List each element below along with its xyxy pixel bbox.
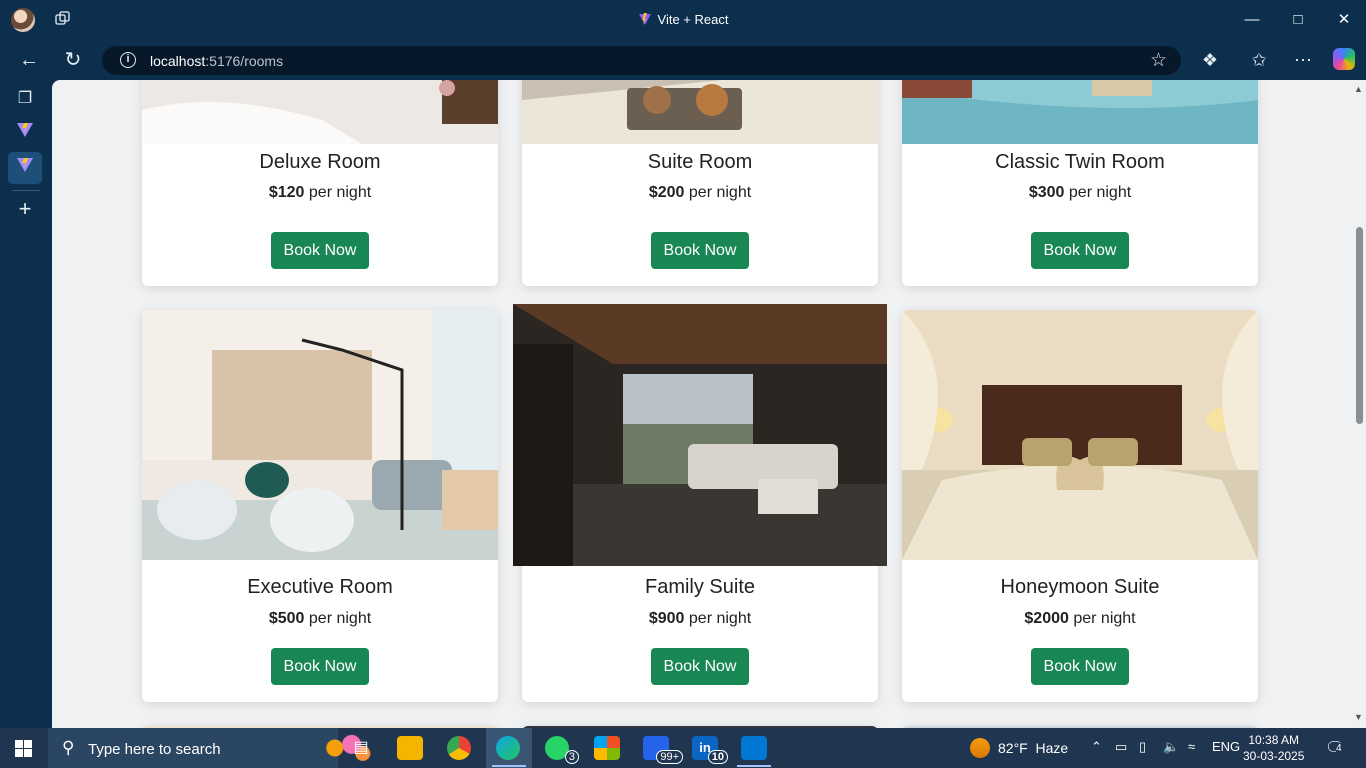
book-now-button[interactable]: Book Now <box>651 648 749 685</box>
edge-active-indicator <box>492 765 526 767</box>
chrome-icon[interactable] <box>447 736 471 760</box>
room-title: Classic Twin Room <box>995 151 1165 173</box>
weather-temperature: 82°F <box>998 740 1028 756</box>
room-title: Suite Room <box>647 151 753 173</box>
room-price: $500 per night <box>268 610 372 627</box>
vite-tab-icon <box>17 123 33 137</box>
vite-tab-icon <box>17 158 33 172</box>
meet-now-icon[interactable]: ▭ <box>1115 739 1127 755</box>
window-title-text: Vite + React <box>657 12 729 27</box>
room-image-executive <box>142 310 498 560</box>
search-placeholder: Type here to search <box>88 741 221 758</box>
maximize-button[interactable]: □ <box>1288 10 1308 30</box>
vertical-tab-strip: ❐ + <box>0 80 52 728</box>
room-card: Deluxe Room $120 per night Book Now <box>142 80 498 286</box>
close-window-button[interactable]: ✕ <box>1334 10 1354 30</box>
tab-vite-2[interactable] <box>14 157 36 179</box>
room-price: $2000 per night <box>1024 610 1136 627</box>
favorite-star-icon[interactable]: ☆ <box>1150 49 1167 72</box>
vscode-icon[interactable] <box>741 736 767 760</box>
room-card: Honeymoon Suite $2000 per night Book Now <box>902 310 1258 702</box>
windows-start-button[interactable] <box>15 740 32 757</box>
scroll-down-arrow-icon[interactable]: ▼ <box>1354 712 1363 722</box>
clock-time: 10:38 AM <box>1248 733 1300 747</box>
favorites-icon[interactable]: ✩ <box>1248 49 1270 71</box>
weather-condition: Haze <box>1035 740 1069 756</box>
battery-icon[interactable]: ▯ <box>1139 739 1146 755</box>
room-card: Classic Twin Room $300 per night Book No… <box>902 80 1258 286</box>
room-price: $300 per night <box>1028 184 1132 201</box>
linkedin-badge: 10 <box>707 750 728 764</box>
refresh-button[interactable]: ↻ <box>62 49 84 71</box>
show-hidden-icons-chevron-icon[interactable]: ⌃ <box>1091 739 1102 755</box>
mail-icon[interactable]: 99+ <box>643 736 683 764</box>
room-image-suite <box>522 80 878 144</box>
extensions-icon[interactable]: ❖ <box>1199 49 1221 71</box>
whatsapp-icon[interactable]: 3 <box>545 736 579 764</box>
system-clock[interactable]: 10:38 AM 30-03-2025 <box>1243 732 1304 764</box>
room-image-deluxe <box>142 80 498 144</box>
linkedin-icon[interactable]: in 10 <box>692 736 728 764</box>
edge-icon[interactable] <box>496 736 520 760</box>
room-image-family-suite <box>513 304 887 566</box>
room-card: Family Suite $900 per night Book Now <box>513 304 887 702</box>
tab-vite-1[interactable] <box>14 122 36 144</box>
site-info-icon[interactable]: i <box>120 52 136 68</box>
tab-separator <box>12 190 40 191</box>
tab-actions-icon[interactable]: ❐ <box>14 88 36 110</box>
windows-taskbar: ⚲ Type here to search ▤ 3 99+ in 10 82°F … <box>0 728 1366 768</box>
room-price: $120 per night <box>268 184 372 201</box>
room-card: Executive Room $500 per night Book Now <box>142 310 498 702</box>
room-title: Honeymoon Suite <box>1000 576 1160 598</box>
room-image-honeymoon-suite <box>902 310 1258 560</box>
weather-widget[interactable]: 82°F Haze <box>970 738 1068 758</box>
url-text: localhost:5176/rooms <box>150 53 284 69</box>
file-explorer-icon[interactable] <box>397 736 423 760</box>
search-icon: ⚲ <box>62 738 75 757</box>
room-title: Family Suite <box>644 576 756 598</box>
book-now-button[interactable]: Book Now <box>1031 232 1129 269</box>
page-scrollbar[interactable]: ▲ ▼ <box>1352 80 1366 728</box>
mail-badge: 99+ <box>656 750 683 764</box>
room-price: $900 per night <box>648 610 752 627</box>
book-now-button[interactable]: Book Now <box>1031 648 1129 685</box>
window-title: Vite + React <box>0 12 1366 27</box>
page-viewport: Deluxe Room $120 per night Book Now Suit… <box>52 80 1366 728</box>
room-image-classic-twin <box>902 80 1258 144</box>
browser-toolbar: ← ↻ i localhost:5176/rooms ☆ ❖ ✩ ⋯ <box>0 40 1366 80</box>
microsoft-store-icon[interactable] <box>594 736 620 760</box>
more-menu-icon[interactable]: ⋯ <box>1292 49 1314 71</box>
task-view-icon[interactable]: ▤ <box>348 736 374 760</box>
haze-weather-icon <box>970 738 990 758</box>
address-bar[interactable]: i localhost:5176/rooms ☆ <box>102 46 1181 75</box>
room-title: Deluxe Room <box>259 151 381 173</box>
minimize-button[interactable]: — <box>1242 10 1262 30</box>
taskbar-search-box[interactable]: ⚲ Type here to search <box>48 728 374 768</box>
book-now-button[interactable]: Book Now <box>271 648 369 685</box>
new-tab-button[interactable]: + <box>14 198 36 220</box>
notification-count: 4 <box>1336 743 1342 754</box>
browser-title-bar: Vite + React — □ ✕ <box>0 0 1366 40</box>
notification-center-icon[interactable]: 🗨4 <box>1325 738 1345 758</box>
room-card: Suite Room $200 per night Book Now <box>522 80 878 286</box>
network-icon[interactable]: ≈ <box>1188 739 1195 754</box>
whatsapp-badge: 3 <box>564 750 579 764</box>
scroll-up-arrow-icon[interactable]: ▲ <box>1354 84 1363 94</box>
room-title: Executive Room <box>247 576 393 598</box>
back-button[interactable]: ← <box>18 49 40 71</box>
copilot-icon[interactable] <box>1333 48 1355 70</box>
vscode-active-indicator <box>737 765 771 767</box>
room-price: $200 per night <box>648 184 752 201</box>
language-indicator[interactable]: ENG <box>1212 739 1240 754</box>
scrollbar-thumb[interactable] <box>1356 227 1363 424</box>
book-now-button[interactable]: Book Now <box>271 232 369 269</box>
clock-date: 30-03-2025 <box>1243 749 1305 763</box>
volume-icon[interactable]: 🔈 <box>1163 739 1179 755</box>
vite-logo-icon <box>638 13 651 25</box>
book-now-button[interactable]: Book Now <box>651 232 749 269</box>
